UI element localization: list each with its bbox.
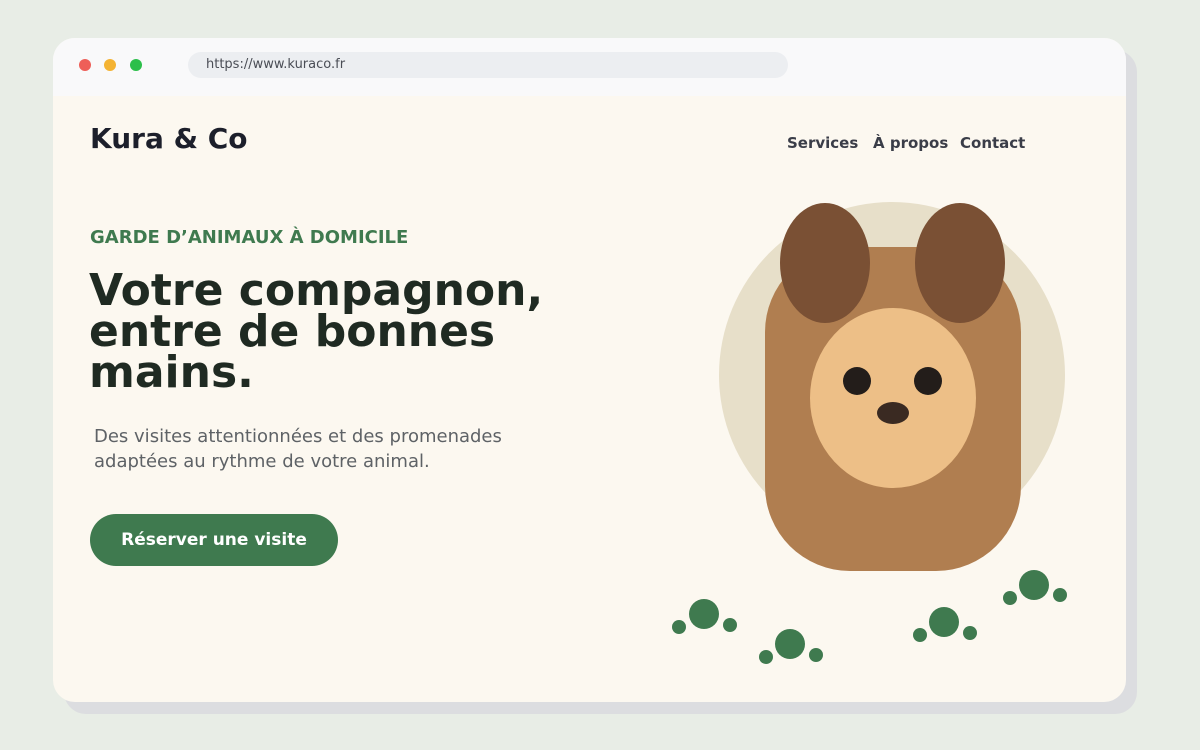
browser-window: https://www.kuraco.fr Kura & Co Services… [53,38,1126,702]
paw-print-icon [913,607,977,642]
paw-print-icon [1003,570,1067,605]
paw-print-icon [759,629,823,664]
dog-right-ear [915,203,1005,323]
paw-print-icon [672,599,737,634]
dog-nose [877,402,909,424]
dog-left-eye [843,367,871,395]
dog-right-eye [914,367,942,395]
dog-left-ear [780,203,870,323]
dog-illustration [672,202,1067,664]
dog-muzzle [810,308,976,488]
